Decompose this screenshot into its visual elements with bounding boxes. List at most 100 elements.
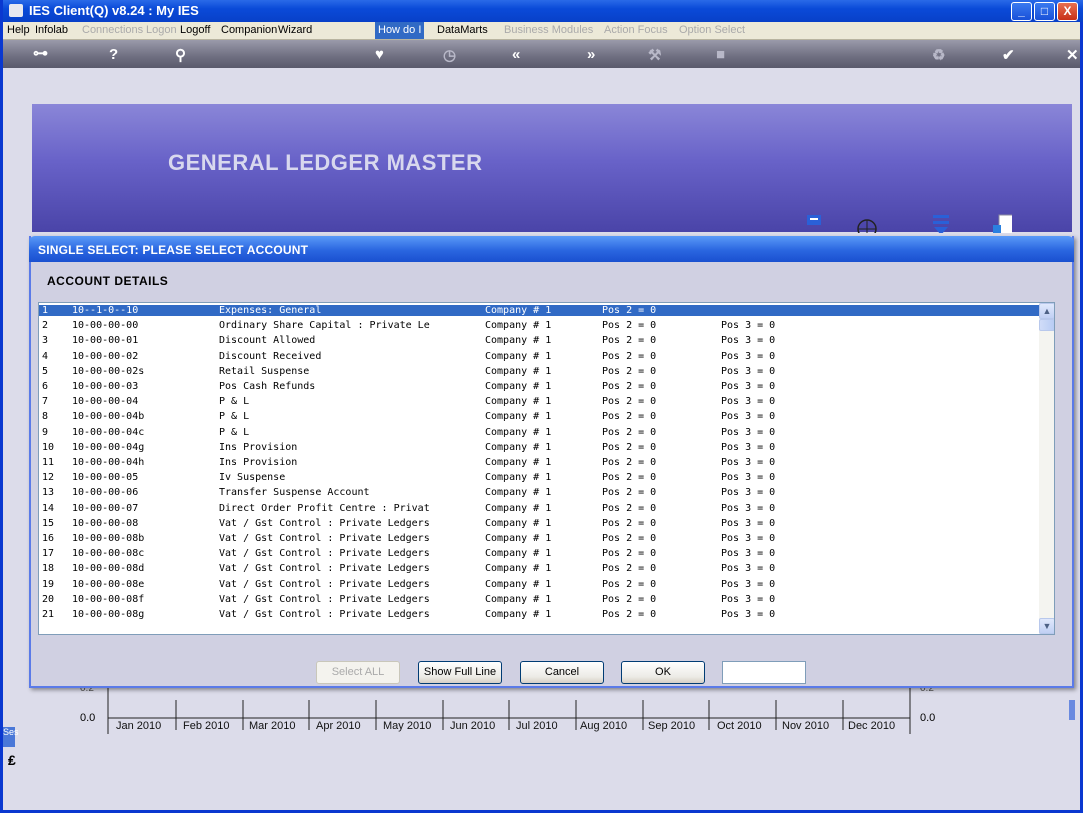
account-code: 10-00-00-06 xyxy=(72,487,139,499)
account-pos2: Pos 2 = 0 xyxy=(602,350,657,362)
account-row[interactable]: 16 10-00-00-08b Vat / Gst Control : Privat… xyxy=(39,533,1039,544)
account-company: Company # 1 xyxy=(485,335,552,347)
month-label: Aug 2010 xyxy=(580,720,628,732)
account-description: Vat / Gst Control : Private Ledgers xyxy=(219,548,430,560)
account-company: Company # 1 xyxy=(485,502,552,514)
account-code: 10-00-00-02s xyxy=(72,365,145,377)
account-code: 10-00-00-08c xyxy=(72,548,145,560)
cancel-button[interactable]: Cancel xyxy=(520,661,604,684)
right-edge-tab[interactable] xyxy=(1069,700,1075,720)
list-scrollbar[interactable]: ▲ ▼ xyxy=(1039,303,1054,634)
section-label: ACCOUNT DETAILS xyxy=(47,274,169,288)
account-pos3: Pos 3 = 0 xyxy=(721,548,776,560)
row-index: 8 xyxy=(42,411,49,423)
account-description: Vat / Gst Control : Private Ledgers xyxy=(219,517,430,529)
scroll-thumb[interactable] xyxy=(1039,319,1054,331)
month-label: Sep 2010 xyxy=(648,720,696,732)
month-label: Nov 2010 xyxy=(782,720,830,732)
account-pos3: Pos 3 = 0 xyxy=(721,578,776,590)
account-code: 10-00-00-05 xyxy=(72,472,139,484)
account-pos2: Pos 2 = 0 xyxy=(602,335,657,347)
account-pos3: Pos 3 = 0 xyxy=(721,426,776,438)
month-label: Dec 2010 xyxy=(848,720,896,732)
account-company: Company # 1 xyxy=(485,411,552,423)
account-description: Pos Cash Refunds xyxy=(219,381,316,392)
row-index: 21 xyxy=(42,609,55,620)
account-row[interactable]: 3 10-00-00-01 Discount Allowed Company # 1 P… xyxy=(39,335,1039,346)
scroll-down-button[interactable]: ▼ xyxy=(1039,618,1054,634)
account-row[interactable]: 15 10-00-00-08 Vat / Gst Control : Private… xyxy=(39,518,1039,529)
row-index: 11 xyxy=(42,457,55,468)
row-index: 4 xyxy=(42,350,49,362)
account-row[interactable]: 2 10-00-00-00 Ordinary Share Capital : Pri… xyxy=(39,320,1039,331)
session-tab[interactable]: Ses xyxy=(3,727,19,747)
account-row[interactable]: 10 10-00-00-04g Ins Provision Company # 1 Po… xyxy=(39,442,1039,453)
account-company: Company # 1 xyxy=(485,305,552,316)
account-row[interactable]: 17 10-00-00-08c Vat / Gst Control : Privat… xyxy=(39,548,1039,559)
account-row[interactable]: 5 10-00-00-02s Retail Suspense Company # 1 P… xyxy=(39,366,1039,377)
account-row[interactable]: 13 10-00-00-06 Transfer Suspense Account Co… xyxy=(39,487,1039,498)
scroll-up-button[interactable]: ▲ xyxy=(1039,303,1054,319)
account-row[interactable]: 21 10-00-00-08g Vat / Gst Control : Privat… xyxy=(39,609,1039,620)
select-all-button[interactable]: Select ALL xyxy=(316,661,400,684)
selection-input[interactable] xyxy=(722,661,806,684)
account-pos3: Pos 3 = 0 xyxy=(721,365,776,377)
account-description: Vat / Gst Control : Private Ledgers xyxy=(219,593,430,605)
account-code: 10-00-00-00 xyxy=(72,320,139,332)
month-label: Jul 2010 xyxy=(516,720,558,732)
account-pos3: Pos 3 = 0 xyxy=(721,350,776,362)
account-pos2: Pos 2 = 0 xyxy=(602,396,657,408)
account-row[interactable]: 14 10-00-00-07 Direct Order Profit Centre … xyxy=(39,503,1039,514)
show-full-line-button[interactable]: Show Full Line xyxy=(418,661,502,684)
month-label: May 2010 xyxy=(383,720,432,732)
account-row[interactable]: 7 10-00-00-04 P & L Company # 1 Pos 2 = 0 Pos… xyxy=(39,396,1039,407)
account-company: Company # 1 xyxy=(485,350,552,362)
account-description: Discount Received xyxy=(219,350,322,362)
account-row[interactable]: 11 10-00-00-04h Ins Provision Company # 1 Po… xyxy=(39,457,1039,468)
account-company: Company # 1 xyxy=(485,609,552,620)
account-code: 10-00-00-04b xyxy=(72,411,145,423)
account-company: Company # 1 xyxy=(485,533,552,544)
account-description: Retail Suspense xyxy=(219,365,310,377)
account-pos2: Pos 2 = 0 xyxy=(602,411,657,423)
account-code: 10-00-00-08b xyxy=(72,533,145,544)
account-company: Company # 1 xyxy=(485,578,552,590)
account-code: 10-00-00-04 xyxy=(72,396,139,408)
account-description: Ins Provision xyxy=(219,457,298,468)
account-pos3: Pos 3 = 0 xyxy=(721,335,776,347)
account-company: Company # 1 xyxy=(485,457,552,468)
account-row[interactable]: 6 10-00-00-03 Pos Cash Refunds Company # 1 P… xyxy=(39,381,1039,392)
row-index: 14 xyxy=(42,502,55,514)
account-row[interactable]: 8 10-00-00-04b P & L Company # 1 Pos 2 = 0 Po… xyxy=(39,411,1039,422)
account-row[interactable]: 1 10--1-0--10 Expenses: General Company # 1… xyxy=(39,305,1039,316)
account-row[interactable]: 18 10-00-00-08d Vat / Gst Control : Privat… xyxy=(39,563,1039,574)
account-row[interactable]: 12 10-00-00-05 Iv Suspense Company # 1 Pos 2… xyxy=(39,472,1039,483)
ok-button[interactable]: OK xyxy=(621,661,705,684)
row-index: 17 xyxy=(42,548,55,560)
account-pos2: Pos 2 = 0 xyxy=(602,441,657,453)
account-row[interactable]: 19 10-00-00-08e Vat / Gst Control : Privat… xyxy=(39,579,1039,590)
account-pos3: Pos 3 = 0 xyxy=(721,593,776,605)
account-row[interactable]: 20 10-00-00-08f Vat / Gst Control : Privat… xyxy=(39,594,1039,605)
account-code: 10-00-00-08 xyxy=(72,517,139,529)
account-company: Company # 1 xyxy=(485,517,552,529)
account-row[interactable]: 9 10-00-00-04c P & L Company # 1 Pos 2 = 0 Po… xyxy=(39,427,1039,438)
account-code: 10-00-00-02 xyxy=(72,350,139,362)
row-index: 3 xyxy=(42,335,49,347)
account-company: Company # 1 xyxy=(485,593,552,605)
account-pos2: Pos 2 = 0 xyxy=(602,320,657,332)
row-index: 18 xyxy=(42,563,55,575)
account-description: Vat / Gst Control : Private Ledgers xyxy=(219,609,430,620)
account-list[interactable]: 1 10--1-0--10 Expenses: General Company # 1… xyxy=(38,302,1055,635)
month-label: Jan 2010 xyxy=(116,720,162,732)
account-row[interactable]: 4 10-00-00-02 Discount Received Company # 1… xyxy=(39,351,1039,362)
account-description: Vat / Gst Control : Private Ledgers xyxy=(219,563,430,575)
session-icon[interactable]: ₤ xyxy=(8,752,16,768)
account-pos3: Pos 3 = 0 xyxy=(721,563,776,575)
y-tick-right: 0.0 xyxy=(920,712,936,724)
account-pos3: Pos 3 = 0 xyxy=(721,411,776,423)
month-label: Jun 2010 xyxy=(450,720,496,732)
account-pos2: Pos 2 = 0 xyxy=(602,381,657,392)
account-code: 10-00-00-04h xyxy=(72,457,145,468)
account-code: 10-00-00-08g xyxy=(72,609,145,620)
